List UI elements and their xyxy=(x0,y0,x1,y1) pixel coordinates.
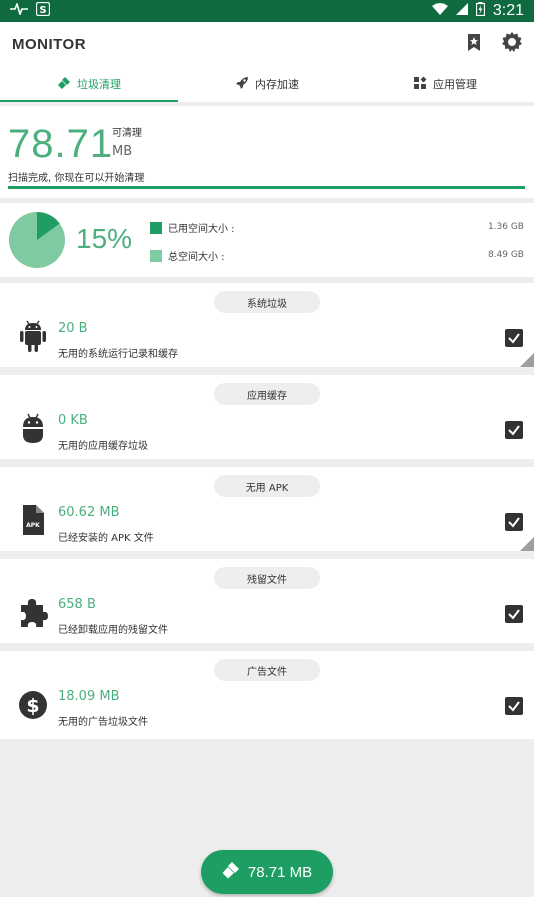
summary-card: 78.71 可清理 MB 扫描完成, 你现在可以开始清理 xyxy=(0,106,534,198)
tab-label: 垃圾清理 xyxy=(77,78,121,91)
checkmark-icon xyxy=(508,425,520,436)
tab-junk-clean[interactable]: 垃圾清理 xyxy=(0,66,178,102)
checkmark-icon xyxy=(508,333,520,344)
junk-item-system: 系统垃圾 20 B 无用的系统运行记录和缓存 xyxy=(0,283,534,367)
expand-corner-icon[interactable] xyxy=(520,537,534,551)
junk-checkbox[interactable] xyxy=(505,513,523,531)
size-unit: MB xyxy=(112,144,133,159)
scan-progress-bar xyxy=(8,186,525,189)
legend-total: 总空间大小 : xyxy=(150,248,225,263)
junk-size: 658 B xyxy=(58,597,96,612)
storage-percent: 15% xyxy=(76,223,133,254)
junk-description: 无用的应用缓存垃圾 xyxy=(58,441,148,452)
junk-checkbox[interactable] xyxy=(505,329,523,347)
junk-item-residual: 残留文件 658 B 已经卸载应用的残留文件 xyxy=(0,559,534,643)
storage-card: 15% 已用空间大小 : 1.36 GB 总空间大小 : 8.49 GB xyxy=(0,203,534,277)
android-head-icon xyxy=(18,411,48,445)
category-chip: 应用缓存 xyxy=(214,383,320,405)
svg-text:APK: APK xyxy=(26,522,40,529)
used-value: 1.36 GB xyxy=(487,222,524,232)
checkmark-icon xyxy=(508,517,520,528)
used-label: 已用空间大小 : xyxy=(168,224,235,235)
junk-size: 60.62 MB xyxy=(58,505,120,520)
android-icon xyxy=(18,319,48,353)
wifi-icon xyxy=(431,3,448,19)
category-chip: 广告文件 xyxy=(214,659,320,681)
tab-label: 应用管理 xyxy=(433,78,477,91)
tab-app-manager[interactable]: 应用管理 xyxy=(356,66,534,102)
status-bar: S 3:21 xyxy=(0,0,534,22)
category-chip: 残留文件 xyxy=(214,567,320,589)
broom-icon xyxy=(222,861,240,883)
junk-checkbox[interactable] xyxy=(505,697,523,715)
rocket-icon xyxy=(235,76,249,93)
svg-text:S: S xyxy=(39,5,46,16)
scan-status: 扫描完成, 你现在可以开始清理 xyxy=(8,173,145,184)
checkmark-icon xyxy=(508,701,520,712)
tab-memory-boost[interactable]: 内存加速 xyxy=(178,66,356,102)
used-swatch xyxy=(150,221,162,234)
junk-checkbox[interactable] xyxy=(505,421,523,439)
app-s-icon: S xyxy=(35,1,51,20)
signal-icon xyxy=(455,3,468,19)
apk-file-icon: APK xyxy=(18,503,48,537)
app-bar: MONITOR xyxy=(0,22,534,66)
junk-description: 已经安装的 APK 文件 xyxy=(58,533,154,544)
junk-item-apk: 无用 APK APK 60.62 MB 已经安装的 APK 文件 xyxy=(0,467,534,551)
clock: 3:21 xyxy=(492,2,524,19)
total-junk-size: 78.71 xyxy=(8,122,114,166)
total-value: 8.49 GB xyxy=(487,250,524,260)
apps-icon xyxy=(413,76,427,93)
battery-icon xyxy=(475,2,485,20)
settings-gear-icon[interactable] xyxy=(502,32,522,56)
junk-description: 无用的系统运行记录和缓存 xyxy=(58,349,178,360)
category-chip: 无用 APK xyxy=(214,475,320,497)
clean-button[interactable]: 78.71 MB xyxy=(201,850,333,894)
app-title: MONITOR xyxy=(12,35,87,53)
broom-icon xyxy=(57,76,71,93)
pulse-icon xyxy=(10,1,28,19)
checkmark-icon xyxy=(508,609,520,620)
junk-description: 无用的广告垃圾文件 xyxy=(58,717,148,728)
total-swatch xyxy=(150,249,162,262)
expand-corner-icon[interactable] xyxy=(520,353,534,367)
legend-used: 已用空间大小 : xyxy=(150,220,235,235)
dollar-icon: $ xyxy=(18,687,48,721)
tab-label: 内存加速 xyxy=(255,78,299,91)
category-chip: 系统垃圾 xyxy=(214,291,320,313)
total-label: 总空间大小 : xyxy=(168,252,225,263)
tab-bar: 垃圾清理 内存加速 应用管理 xyxy=(0,66,534,102)
puzzle-icon xyxy=(18,595,48,629)
junk-description: 已经卸载应用的残留文件 xyxy=(58,625,168,636)
junk-size: 18.09 MB xyxy=(58,689,120,704)
junk-item-app-cache: 应用缓存 0 KB 无用的应用缓存垃圾 xyxy=(0,375,534,459)
junk-size: 0 KB xyxy=(58,413,88,428)
bookmark-star-icon[interactable] xyxy=(464,32,484,56)
clean-button-label: 78.71 MB xyxy=(247,863,313,881)
junk-item-ads: 广告文件 $ 18.09 MB 无用的广告垃圾文件 xyxy=(0,651,534,739)
svg-text:$: $ xyxy=(26,695,39,717)
can-clean-label: 可清理 xyxy=(112,128,142,139)
junk-checkbox[interactable] xyxy=(505,605,523,623)
storage-pie-chart xyxy=(9,212,65,268)
junk-size: 20 B xyxy=(58,321,88,336)
